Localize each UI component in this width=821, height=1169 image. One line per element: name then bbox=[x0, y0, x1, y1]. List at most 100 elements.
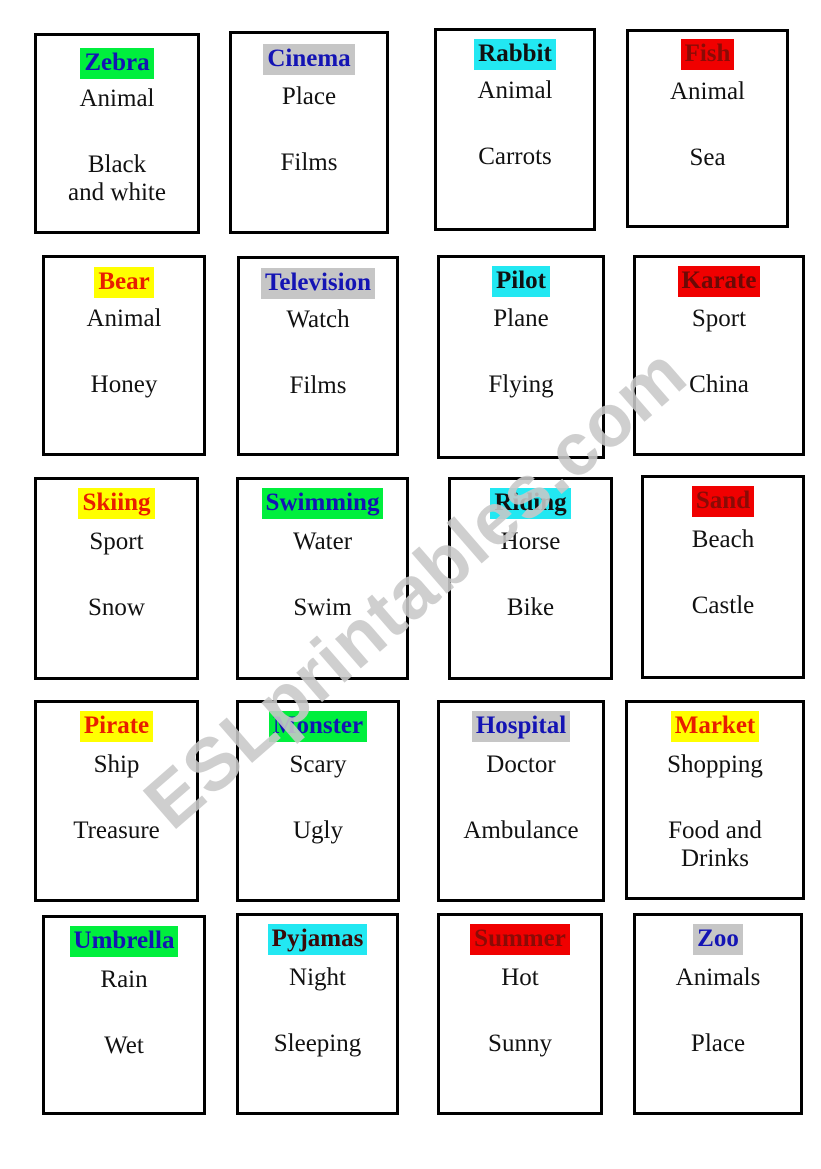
flashcard: Karate Sport China bbox=[633, 255, 805, 456]
flashcard-title-row: Zebra bbox=[37, 36, 197, 79]
flashcard-title: Karate bbox=[677, 266, 761, 297]
flashcard-clue-line: Water bbox=[292, 528, 353, 555]
flashcard-title: Zebra bbox=[80, 48, 154, 79]
flashcard-title: Fish bbox=[680, 39, 735, 70]
flashcard-clues: Watch Films bbox=[240, 306, 396, 400]
flashcard-clue-line: Place bbox=[690, 1030, 746, 1057]
flashcard-title-row: Skiing bbox=[37, 480, 196, 519]
flashcard-title-row: Summer bbox=[440, 916, 600, 955]
flashcard-clue-line: Films bbox=[289, 372, 347, 399]
flashcard-clues: Animal Carrots bbox=[437, 77, 593, 171]
flashcard-clue-line: Black and white bbox=[68, 151, 166, 206]
flashcard: Monster Scary Ugly bbox=[236, 700, 400, 902]
flashcard-title-row: Bear bbox=[45, 258, 203, 298]
flashcard-title: Rabbit bbox=[474, 39, 556, 70]
flashcard-clue-line: Animal bbox=[86, 305, 162, 332]
flashcard-title: Pilot bbox=[492, 266, 550, 297]
flashcard-title-row: Pirate bbox=[37, 703, 196, 742]
flashcard-title: Riding bbox=[490, 488, 571, 519]
flashcard-clue-line: Wet bbox=[104, 1032, 144, 1059]
flashcard: Market Shopping Food and Drinks bbox=[625, 700, 805, 900]
flashcard: Fish Animal Sea bbox=[626, 29, 789, 228]
flashcard-title-row: Umbrella bbox=[45, 918, 203, 957]
flashcard-clue-line: Shopping bbox=[667, 751, 763, 778]
flashcard: Summer Hot Sunny bbox=[437, 913, 603, 1115]
flashcard-clue-line: Ship bbox=[93, 751, 140, 778]
flashcard: Bear Animal Honey bbox=[42, 255, 206, 456]
flashcard-title-row: Pyjamas bbox=[239, 916, 396, 955]
flashcard-clue-line: Flying bbox=[488, 371, 554, 398]
flashcard-title: Swimming bbox=[261, 488, 384, 519]
flashcard-clue-line: Films bbox=[280, 149, 338, 176]
flashcard-clue-line: Bike bbox=[506, 594, 555, 621]
flashcard: Riding Horse Bike bbox=[448, 477, 613, 680]
flashcard-clues: Place Films bbox=[232, 83, 386, 177]
flashcard: Zoo Animals Place bbox=[633, 913, 803, 1115]
flashcard-clue-line: Swim bbox=[293, 594, 352, 621]
flashcard-clues: Hot Sunny bbox=[440, 964, 600, 1058]
flashcard-clues: Beach Castle bbox=[644, 526, 802, 620]
flashcard-title: Pyjamas bbox=[267, 924, 368, 955]
flashcard-clues: Animal Honey bbox=[45, 305, 203, 399]
flashcard-title: Television bbox=[260, 268, 376, 299]
flashcard: Pyjamas Night Sleeping bbox=[236, 913, 399, 1115]
flashcard-clue-line: Castle bbox=[691, 592, 755, 619]
flashcard-clue-line: Place bbox=[281, 83, 337, 110]
flashcard-clue-line: Honey bbox=[90, 371, 158, 398]
flashcard-title: Market bbox=[670, 711, 760, 742]
flashcard-title: Pirate bbox=[79, 711, 154, 742]
flashcard-title-row: Fish bbox=[629, 32, 786, 70]
flashcard-title: Skiing bbox=[78, 488, 155, 519]
flashcard: Rabbit Animal Carrots bbox=[434, 28, 596, 231]
flashcard-clue-line: Ambulance bbox=[463, 817, 579, 844]
flashcard: Television Watch Films bbox=[237, 256, 399, 456]
flashcard-clue-line: Animal bbox=[79, 85, 155, 112]
flashcard-clue-line: Sleeping bbox=[273, 1030, 362, 1057]
flashcard-clues: Doctor Ambulance bbox=[440, 751, 602, 845]
flashcard: Pilot Plane Flying bbox=[437, 255, 605, 459]
flashcard-title-row: Cinema bbox=[232, 34, 386, 75]
flashcard-clue-line: Food and Drinks bbox=[668, 817, 762, 872]
flashcard-title-row: Market bbox=[628, 703, 802, 742]
flashcard-clue-line: Treasure bbox=[73, 817, 160, 844]
flashcard: Hospital Doctor Ambulance bbox=[437, 700, 605, 902]
flashcard-clue-line: Carrots bbox=[478, 143, 552, 170]
flashcard-title-row: Sand bbox=[644, 478, 802, 517]
flashcard-clue-line: Beach bbox=[691, 526, 755, 553]
flashcard-clue-line: Sport bbox=[691, 305, 747, 332]
flashcard-clue-line: Ugly bbox=[293, 817, 343, 844]
worksheet-page: Zebra Animal Black and white Cinema Place Fil… bbox=[0, 0, 821, 1169]
flashcard-title: Cinema bbox=[263, 44, 355, 75]
flashcard: Zebra Animal Black and white bbox=[34, 33, 200, 234]
flashcard: Cinema Place Films bbox=[229, 31, 389, 234]
flashcard-clues: Night Sleeping bbox=[239, 964, 396, 1058]
flashcard-clue-line: Snow bbox=[88, 594, 145, 621]
flashcard-clue-line: Animal bbox=[670, 78, 745, 105]
flashcard-title: Zoo bbox=[693, 924, 743, 955]
flashcard-title: Bear bbox=[94, 267, 154, 298]
flashcard: Skiing Sport Snow bbox=[34, 477, 199, 680]
flashcard-title-row: Hospital bbox=[440, 703, 602, 742]
flashcard-clues: Animal Black and white bbox=[37, 85, 197, 207]
flashcard-clue-line: Hot bbox=[501, 964, 539, 991]
flashcard-title-row: Karate bbox=[636, 258, 802, 297]
flashcard-clues: Water Swim bbox=[239, 528, 406, 622]
flashcard-clue-line: Doctor bbox=[486, 751, 556, 778]
flashcard-clues: Sport China bbox=[636, 305, 802, 399]
flashcard-clue-line: Horse bbox=[500, 528, 561, 555]
flashcard-title-row: Rabbit bbox=[437, 31, 593, 70]
flashcard-clue-line: Plane bbox=[493, 305, 549, 332]
flashcard-clues: Scary Ugly bbox=[239, 751, 397, 845]
flashcard: Swimming Water Swim bbox=[236, 477, 409, 680]
flashcard-clue-line: Sunny bbox=[488, 1030, 552, 1057]
flashcard-clue-line: Animals bbox=[675, 964, 761, 991]
flashcard-clues: Rain Wet bbox=[45, 966, 203, 1060]
flashcard-clue-line: Animal bbox=[477, 77, 553, 104]
flashcard-title: Umbrella bbox=[69, 926, 179, 957]
flashcard-clues: Ship Treasure bbox=[37, 751, 196, 845]
flashcard-title: Hospital bbox=[471, 711, 571, 742]
flashcard-clues: Shopping Food and Drinks bbox=[628, 751, 802, 873]
flashcard-clue-line: Scary bbox=[289, 751, 347, 778]
flashcard: Umbrella Rain Wet bbox=[42, 915, 206, 1115]
flashcard-clues: Plane Flying bbox=[440, 305, 602, 399]
